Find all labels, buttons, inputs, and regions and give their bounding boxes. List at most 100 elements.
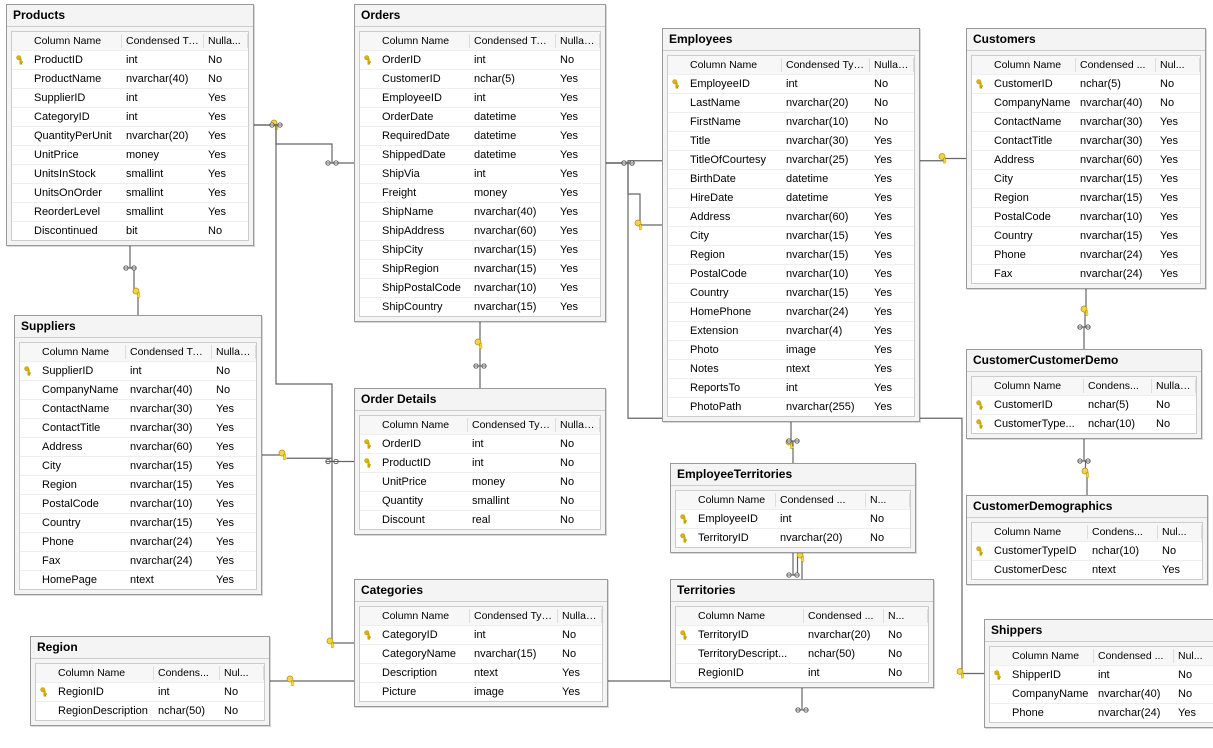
column-row[interactable]: PictureimageYes [360, 683, 602, 701]
column-row[interactable]: UnitPricemoneyNo [360, 473, 600, 492]
column-row[interactable]: CustomerTypeIDnchar(10)No [972, 542, 1202, 561]
column-row[interactable]: CategoryIDintYes [12, 108, 248, 127]
column-row[interactable]: TerritoryDescript...nchar(50)No [676, 645, 928, 664]
column-row[interactable]: ShipperIDintNo [990, 666, 1213, 685]
column-row[interactable]: Phonenvarchar(24)Yes [972, 246, 1200, 265]
header-condensed-type[interactable]: Condens... [1088, 525, 1158, 539]
header-nullable[interactable]: Nul... [220, 666, 264, 680]
column-row[interactable]: ShipNamenvarchar(40)Yes [360, 203, 600, 222]
header-nullable[interactable]: Nullable [556, 418, 600, 432]
column-row[interactable]: BirthDatedatetimeYes [668, 170, 914, 189]
relationship-line[interactable] [262, 455, 354, 462]
column-row[interactable]: ShipCitynvarchar(15)Yes [360, 241, 600, 260]
entity-customers[interactable]: CustomersColumn NameCondensed ...Nul...C… [966, 28, 1206, 289]
header-column-name[interactable]: Column Name [378, 418, 468, 432]
column-row[interactable]: Citynvarchar(15)Yes [972, 170, 1200, 189]
header-condensed-type[interactable]: Condensed Type [470, 34, 556, 48]
column-row[interactable]: TerritoryIDnvarchar(20)No [676, 529, 910, 547]
column-row[interactable]: QuantityPerUnitnvarchar(20)Yes [12, 127, 248, 146]
column-row[interactable]: TitleOfCourtesynvarchar(25)Yes [668, 151, 914, 170]
header-column-name[interactable]: Column Name [38, 345, 126, 359]
header-nullable[interactable]: Nullable [212, 345, 256, 359]
entity-categories[interactable]: Categories Column NameCondensed TypeNulla… [354, 579, 608, 707]
header-nullable[interactable]: Nullable [558, 609, 602, 623]
column-row[interactable]: EmployeeIDintNo [676, 510, 910, 529]
header-condensed-type[interactable]: Condensed Type [468, 418, 556, 432]
column-row[interactable]: Addressnvarchar(60)Yes [972, 151, 1200, 170]
column-row[interactable]: ContactNamenvarchar(30)Yes [20, 400, 256, 419]
header-column-name[interactable]: Column Name [990, 525, 1088, 539]
header-column-name[interactable]: Column Name [378, 609, 470, 623]
column-row[interactable]: ContactTitlenvarchar(30)Yes [972, 132, 1200, 151]
column-row[interactable]: NotesntextYes [668, 360, 914, 379]
header-condensed-type[interactable]: Condensed ... [804, 609, 884, 623]
column-row[interactable]: Regionnvarchar(15)Yes [668, 246, 914, 265]
entity-customer_demographics[interactable]: CustomerDemographicsColumn NameCondens..… [966, 495, 1208, 585]
entity-title[interactable]: Region [31, 637, 269, 659]
column-row[interactable]: Countrynvarchar(15)Yes [668, 284, 914, 303]
column-row[interactable]: ContactTitlenvarchar(30)Yes [20, 419, 256, 438]
entity-suppliers[interactable]: Suppliers Column NameCondensed TypeNullab… [14, 315, 262, 595]
column-row[interactable]: ShipRegionnvarchar(15)Yes [360, 260, 600, 279]
entity-title[interactable]: Shippers [985, 620, 1213, 642]
header-nullable[interactable]: Nullable [870, 58, 914, 72]
column-row[interactable]: Regionnvarchar(15)Yes [972, 189, 1200, 208]
header-condensed-type[interactable]: Condensed ... [1076, 58, 1156, 72]
column-row[interactable]: CustomerIDnchar(5)Yes [360, 70, 600, 89]
header-column-name[interactable]: Column Name [1008, 649, 1094, 663]
column-row[interactable]: ProductIDintNo [12, 51, 248, 70]
header-condensed-type[interactable]: Condensed Type [126, 345, 212, 359]
column-row[interactable]: RegionIDintNo [676, 664, 928, 682]
header-condensed-type[interactable]: Condensed Type [470, 609, 558, 623]
entity-title[interactable]: Employees [663, 29, 919, 51]
entity-title[interactable]: Products [7, 5, 253, 27]
header-column-name[interactable]: Column Name [990, 379, 1084, 393]
entity-title[interactable]: Customers [967, 29, 1205, 51]
column-row[interactable]: ShipPostalCodenvarchar(10)Yes [360, 279, 600, 298]
entity-title[interactable]: CustomerCustomerDemo [967, 350, 1201, 372]
header-condensed-type[interactable]: Condensed ... [776, 493, 866, 507]
header-nullable[interactable]: N... [884, 609, 928, 623]
entity-customer_customer_demo[interactable]: CustomerCustomerDemoColumn NameCondens..… [966, 349, 1202, 439]
entity-title[interactable]: EmployeeTerritories [671, 464, 915, 486]
entity-title[interactable]: Orders [355, 5, 605, 27]
column-row[interactable]: SupplierIDintNo [20, 362, 256, 381]
column-row[interactable]: HomePhonenvarchar(24)Yes [668, 303, 914, 322]
column-row[interactable]: CustomerDescntextYes [972, 561, 1202, 579]
relationship-line[interactable] [130, 246, 138, 315]
column-row[interactable]: UnitsOnOrdersmallintYes [12, 184, 248, 203]
column-row[interactable]: Faxnvarchar(24)Yes [972, 265, 1200, 283]
entity-territories[interactable]: TerritoriesColumn NameCondensed ...N...T… [670, 579, 934, 688]
header-condensed-type[interactable]: Condensed Type [782, 58, 870, 72]
column-row[interactable]: CustomerIDnchar(5)No [972, 75, 1200, 94]
relationship-line[interactable] [1084, 289, 1086, 349]
column-row[interactable]: ProductNamenvarchar(40)No [12, 70, 248, 89]
column-row[interactable]: ShipAddressnvarchar(60)Yes [360, 222, 600, 241]
entity-title[interactable]: Suppliers [15, 316, 261, 338]
column-row[interactable]: ReportsTointYes [668, 379, 914, 398]
entity-orders[interactable]: OrdersColumn NameCondensed TypeNullableO… [354, 4, 606, 322]
column-row[interactable]: HomePagentextYes [20, 571, 256, 589]
header-condensed-type[interactable]: Condens... [154, 666, 220, 680]
column-row[interactable]: PostalCodenvarchar(10)Yes [668, 265, 914, 284]
entity-region[interactable]: RegionColumn NameCondens...Nul...RegionI… [30, 636, 270, 726]
entity-title[interactable]: Categories [355, 580, 607, 602]
column-row[interactable]: OrderDatedatetimeYes [360, 108, 600, 127]
column-row[interactable]: UnitsInStocksmallintYes [12, 165, 248, 184]
column-row[interactable]: FirstNamenvarchar(10)No [668, 113, 914, 132]
entity-employee_territories[interactable]: EmployeeTerritoriesColumn NameCondensed … [670, 463, 916, 553]
column-row[interactable]: FreightmoneyYes [360, 184, 600, 203]
column-row[interactable]: ShipCountrynvarchar(15)Yes [360, 298, 600, 316]
header-condensed-type[interactable]: Condensed ... [1094, 649, 1174, 663]
column-row[interactable]: ShippedDatedatetimeYes [360, 146, 600, 165]
entity-title[interactable]: Territories [671, 580, 933, 602]
column-row[interactable]: QuantitysmallintNo [360, 492, 600, 511]
relationship-line[interactable] [606, 163, 662, 225]
column-row[interactable]: OrderIDintNo [360, 435, 600, 454]
header-nullable[interactable]: Nul... [1158, 525, 1202, 539]
column-row[interactable]: HireDatedatetimeYes [668, 189, 914, 208]
column-row[interactable]: CompanyNamenvarchar(40)No [20, 381, 256, 400]
column-row[interactable]: Citynvarchar(15)Yes [668, 227, 914, 246]
entity-order_details[interactable]: Order DetailsColumn NameCondensed TypeNu… [354, 388, 606, 535]
column-row[interactable]: RegionDescriptionnchar(50)No [36, 702, 264, 720]
